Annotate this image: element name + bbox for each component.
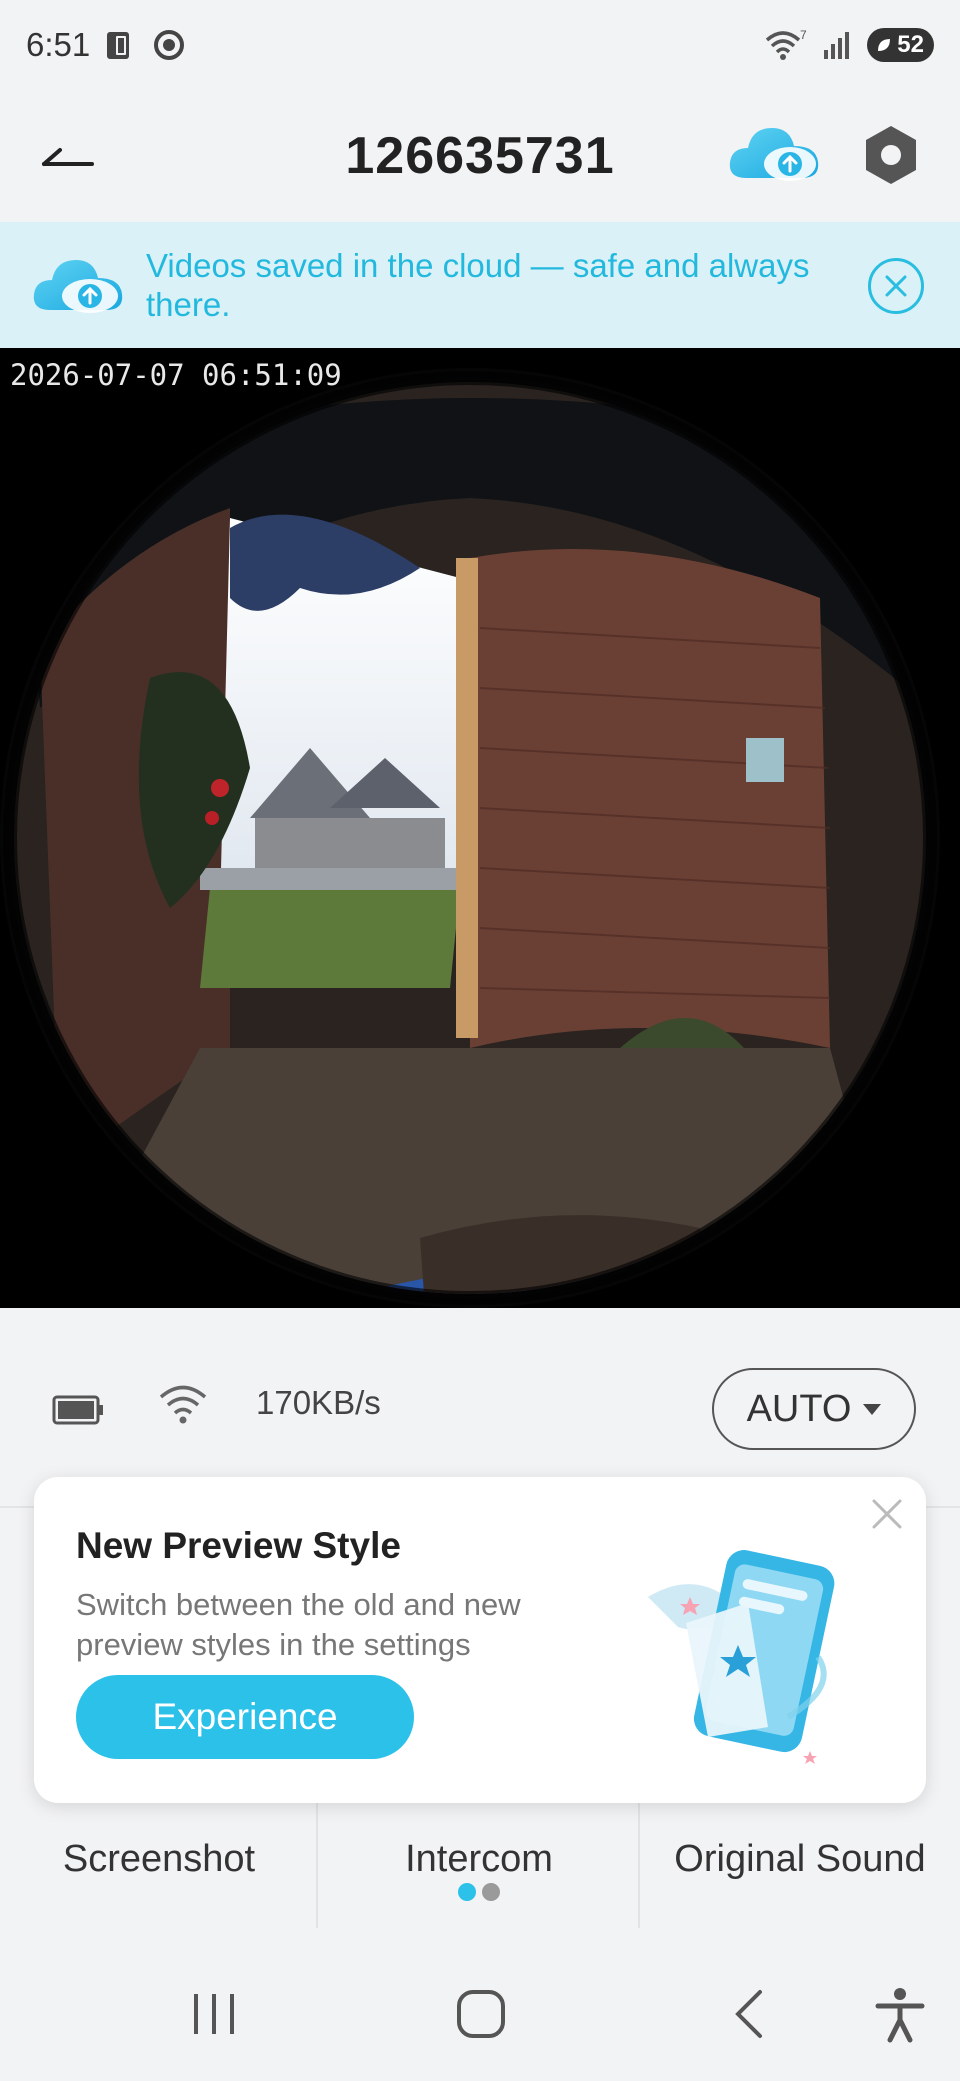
- system-nav-bar: [0, 1944, 960, 2081]
- fisheye-camera-view: [0, 368, 940, 1308]
- status-time: 6:51: [26, 26, 91, 63]
- quality-selector[interactable]: AUTO: [712, 1368, 916, 1450]
- battery-icon: [52, 1395, 103, 1425]
- battery-level: 52: [897, 31, 924, 58]
- page-dot: [482, 1883, 500, 1901]
- quality-value: AUTO: [746, 1387, 852, 1430]
- home-icon[interactable]: [454, 1984, 510, 2044]
- close-icon: [872, 1499, 902, 1529]
- cloud-upload-button[interactable]: [726, 120, 822, 186]
- caret-down-icon: [863, 1403, 882, 1415]
- back-icon[interactable]: [726, 1984, 770, 2044]
- page-dot-active: [458, 1883, 476, 1901]
- original-sound-button[interactable]: Original Sound: [640, 1838, 960, 1881]
- signal-icon: [824, 32, 850, 59]
- phone-notification-icon: [107, 32, 130, 59]
- record-status-icon: [154, 30, 185, 60]
- page-indicator: [458, 1883, 500, 1901]
- circle-close-icon: [885, 275, 907, 297]
- screenshot-button[interactable]: Screenshot: [0, 1838, 318, 1881]
- recents-icon[interactable]: [186, 1984, 242, 2044]
- phone-preview-illustration: [648, 1550, 835, 1764]
- wifi-status-icon: 7: [766, 28, 807, 60]
- banner-cloud-icon: [33, 260, 123, 313]
- popup-description: Switch between the old and new preview s…: [76, 1587, 521, 1662]
- hexagon-settings-icon: [866, 126, 916, 184]
- video-timestamp: 2026-07-07 06:51:09: [10, 358, 342, 392]
- status-right: 7 52: [763, 28, 934, 62]
- header: 126635731: [0, 90, 960, 222]
- new-preview-style-popup: New Preview Style Switch between the old…: [34, 1477, 926, 1803]
- settings-button[interactable]: [860, 122, 922, 188]
- wifi-icon: [159, 1385, 207, 1424]
- network-sup: 7: [800, 28, 807, 42]
- cloud-banner: Videos saved in the cloud — safe and alw…: [0, 222, 960, 348]
- banner-close-button[interactable]: [868, 258, 924, 314]
- live-video-feed[interactable]: 2026-07-07 06:51:09: [0, 348, 960, 1308]
- accessibility-icon[interactable]: [872, 1984, 928, 2044]
- battery-leaf-icon: [878, 39, 891, 51]
- popup-title: New Preview Style: [76, 1525, 401, 1566]
- cloud-upload-icon: [729, 128, 819, 181]
- experience-button[interactable]: Experience: [76, 1675, 414, 1759]
- status-left: 6:51: [26, 26, 186, 64]
- popup-close-button[interactable]: [870, 1497, 904, 1531]
- status-bar: 6:51 7 52: [0, 0, 960, 90]
- bitrate-readout: 170KB/s: [256, 1384, 381, 1421]
- battery-status: 52: [867, 28, 934, 62]
- intercom-button[interactable]: Intercom: [318, 1838, 640, 1881]
- banner-text: Videos saved in the cloud — safe and alw…: [146, 247, 810, 323]
